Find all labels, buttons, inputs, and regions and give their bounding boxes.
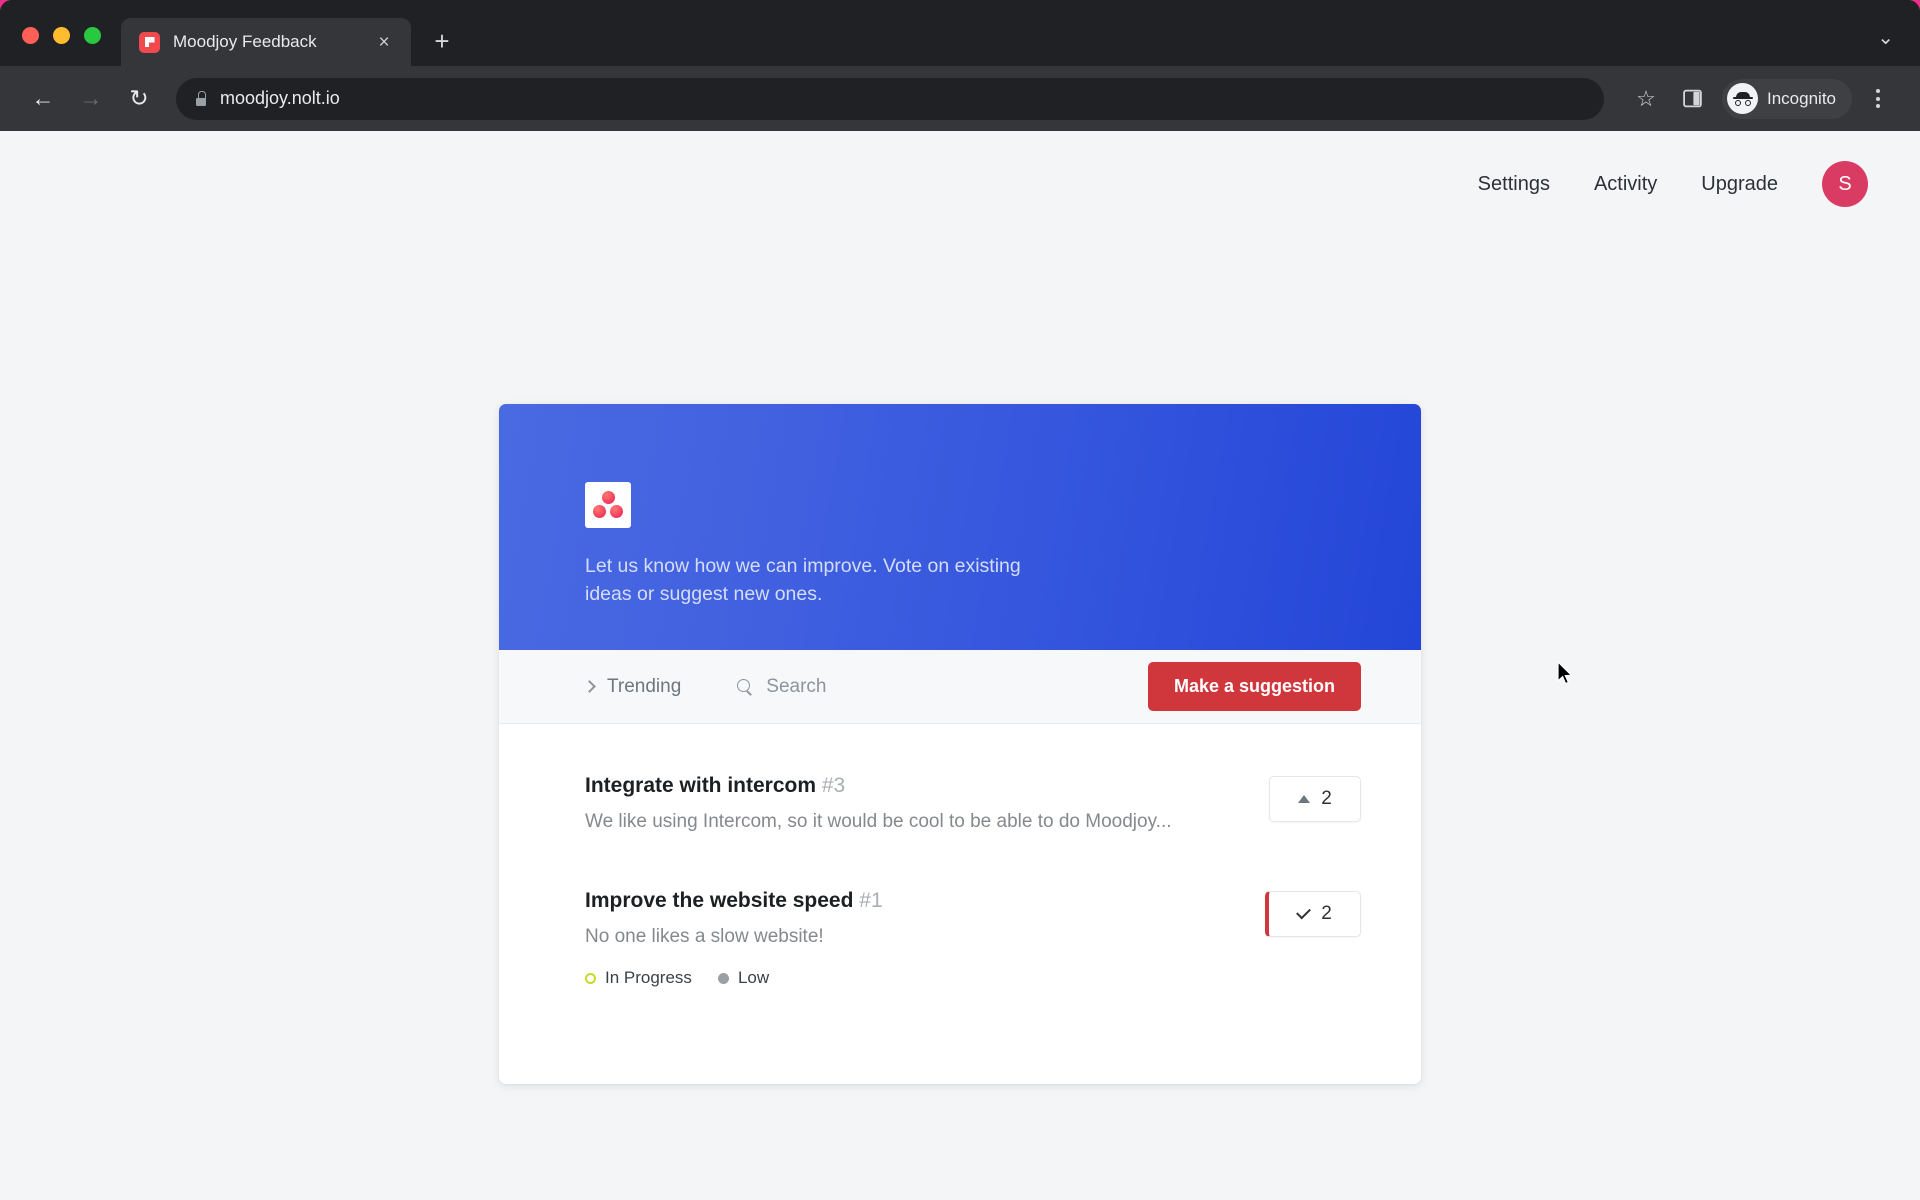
browser-tab[interactable]: Moodjoy Feedback × [121, 18, 411, 66]
browser-toolbar: ← → ↻ moodjoy.nolt.io ☆ Incognito [0, 66, 1920, 131]
lock-icon [194, 91, 207, 106]
close-window-button[interactable] [22, 27, 39, 44]
upvote-triangle-icon [1298, 795, 1311, 803]
feedback-list: Integrate with intercom #3 We like using… [499, 724, 1421, 1084]
avatar[interactable]: S [1822, 161, 1868, 207]
list-item[interactable]: Improve the website speed #1 No one like… [499, 887, 1421, 988]
feedback-board-card: Let us know how we can improve. Vote on … [499, 404, 1421, 1084]
tab-strip-right: ⌄ [1877, 28, 1920, 66]
board-toolbar: Trending Search Make a suggestion [499, 650, 1421, 724]
address-bar[interactable]: moodjoy.nolt.io [176, 77, 1604, 120]
status-ring-icon [585, 972, 596, 984]
priority-dot-icon [717, 972, 729, 984]
list-item-number: #3 [821, 774, 846, 797]
list-item-badges: In Progress Low [585, 968, 1265, 988]
incognito-profile-button[interactable]: Incognito [1722, 78, 1852, 119]
site-header-nav: Settings Activity Upgrade S [1456, 131, 1920, 237]
browser-window: Moodjoy Feedback × + ⌄ ← → ↻ moodjoy.nol… [0, 0, 1920, 1200]
new-tab-button[interactable]: + [423, 22, 461, 60]
list-item-number: #1 [859, 889, 883, 912]
board-tagline: Let us know how we can improve. Vote on … [585, 555, 1021, 605]
reload-button[interactable]: ↻ [118, 78, 160, 120]
search-placeholder: Search [766, 675, 827, 697]
search-icon [737, 679, 752, 694]
moodjoy-logo-icon [585, 482, 631, 528]
bookmark-star-icon[interactable]: ☆ [1626, 79, 1666, 119]
list-item-title-row: Improve the website speed #1 [585, 889, 1265, 913]
status-badge-label: In Progress [605, 968, 692, 987]
maximize-window-button[interactable] [84, 27, 101, 44]
nav-link-upgrade[interactable]: Upgrade [1679, 173, 1800, 196]
status-badge: In Progress [585, 968, 692, 988]
tab-strip: Moodjoy Feedback × + ⌄ [0, 0, 1920, 66]
priority-badge-label: Low [737, 968, 770, 987]
search-input[interactable]: Search [737, 675, 827, 698]
chevron-right-icon [583, 680, 596, 693]
address-bar-url: moodjoy.nolt.io [220, 88, 340, 108]
incognito-icon [1727, 83, 1758, 114]
incognito-label: Incognito [1767, 88, 1836, 108]
vote-count: 2 [1321, 788, 1332, 809]
vote-button-voted[interactable]: 2 [1265, 891, 1361, 937]
check-icon [1296, 904, 1312, 920]
nav-link-activity[interactable]: Activity [1572, 173, 1679, 196]
forward-button[interactable]: → [70, 78, 112, 120]
list-item-title: Improve the website speed [585, 889, 854, 912]
list-item-title: Integrate with intercom [585, 774, 817, 797]
nav-link-settings[interactable]: Settings [1456, 173, 1572, 196]
vote-count: 2 [1321, 903, 1332, 924]
window-controls [0, 27, 121, 66]
kebab-menu-icon[interactable] [1858, 79, 1898, 119]
list-item-content: Improve the website speed #1 No one like… [585, 887, 1265, 988]
mouse-cursor [1556, 660, 1576, 689]
make-a-suggestion-button[interactable]: Make a suggestion [1147, 662, 1361, 711]
board-hero-banner: Let us know how we can improve. Vote on … [499, 404, 1421, 650]
tab-title: Moodjoy Feedback [173, 32, 317, 51]
sort-trending-button[interactable]: Trending [583, 675, 682, 698]
list-item-content: Integrate with intercom #3 We like using… [585, 772, 1269, 833]
priority-badge: Low [717, 968, 770, 988]
minimize-window-button[interactable] [53, 27, 70, 44]
side-panel-icon[interactable] [1672, 79, 1712, 119]
vote-button[interactable]: 2 [1269, 776, 1361, 822]
moodjoy-favicon-icon [139, 31, 160, 53]
tab-search-chevron-down-icon[interactable]: ⌄ [1877, 28, 1894, 48]
page-viewport: Settings Activity Upgrade S Let us know … [0, 131, 1920, 1200]
list-item[interactable]: Integrate with intercom #3 We like using… [499, 772, 1421, 833]
back-button[interactable]: ← [22, 78, 64, 120]
list-item-description: We like using Intercom, so it would be c… [585, 811, 1172, 832]
sort-trending-label: Trending [607, 675, 682, 697]
list-item-title-row: Integrate with intercom #3 [585, 774, 1269, 798]
close-tab-button[interactable]: × [371, 29, 397, 55]
list-item-description: No one likes a slow website! [585, 926, 824, 947]
